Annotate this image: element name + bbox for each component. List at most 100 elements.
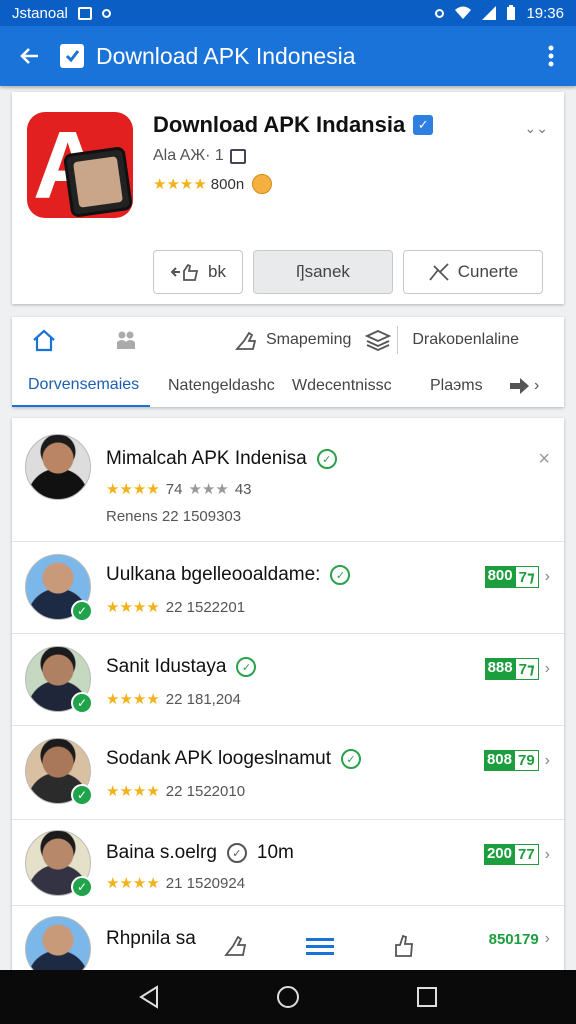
floating-actions <box>222 932 418 960</box>
emoji-icon <box>252 174 273 194</box>
tab-wdecentnissc[interactable]: Wdecentnissc <box>284 365 414 407</box>
more-options-button[interactable] <box>526 26 576 86</box>
list-item[interactable]: ✓ Sanit Idustaya ✓ ★★★★ 22 181,204 888 7⁊… <box>12 634 564 726</box>
like-button-label: bk <box>208 262 226 281</box>
system-nav-bar <box>0 970 576 1024</box>
rating-value: 22 1522010 <box>165 782 246 800</box>
score-badge: 888 7⁊ <box>484 658 539 680</box>
tab-natengeldashc[interactable]: Natengeldashc <box>150 365 284 407</box>
signal-icon <box>482 6 497 20</box>
list-item[interactable]: ✓ Sodank APK loogeslnamut ✓ ★★★★ 22 1522… <box>12 726 564 820</box>
nav-recents-icon[interactable] <box>416 986 438 1008</box>
tab-label: Plaэms <box>430 377 483 394</box>
chevron-right-icon[interactable]: › <box>545 930 550 948</box>
connect-button-label: Cunerte <box>457 262 519 281</box>
home-tab[interactable] <box>12 328 76 352</box>
verified-check-icon: ✓ <box>341 749 361 769</box>
rank-button[interactable]: ſ]sanek <box>253 250 393 294</box>
app-bar: Download APK Indonesia <box>0 26 576 86</box>
verified-check-icon: ✓ <box>316 449 337 469</box>
sync-icon <box>101 8 111 18</box>
avatar: ✓ <box>25 646 93 714</box>
rating-value: 74 <box>165 480 183 498</box>
list-item-title: Mimalcah APK Indenisa <box>106 448 307 469</box>
verified-check-icon: ✓ <box>330 565 351 585</box>
thumb-action[interactable] <box>390 932 418 960</box>
chevron-right-icon[interactable]: › <box>545 846 550 864</box>
status-bar: Jstanoal 19:36 <box>0 0 576 26</box>
rating-value: 21 1520924 <box>165 874 246 892</box>
nav-back-icon[interactable] <box>138 985 160 1009</box>
tab-plams[interactable]: Plaэms <box>414 365 500 407</box>
app-developer: Ala AЖ· 1 <box>153 147 224 164</box>
list-item[interactable]: ✓ Uulkana bgelleooaldame: ✓ ★★★★ 22 1522… <box>12 542 564 634</box>
score-badge: 808 79 <box>483 750 539 771</box>
tab-label: Dorvensemaies <box>28 376 140 393</box>
list-item-title: Baina s.oelrg <box>106 842 217 863</box>
rating-stars: ★★★★ <box>106 783 160 800</box>
chevron-right-icon[interactable]: › <box>545 660 550 678</box>
rating-stars: ★★★★ <box>106 481 160 498</box>
tab-scroll-right[interactable]: › <box>500 365 556 407</box>
alarm-icon <box>435 8 445 18</box>
rank-button-label: ſ]sanek <box>296 262 350 281</box>
list-item[interactable]: Mimalcah APK Indenisa ✓ ★★★★ 74 ★★★ 43 R… <box>12 418 564 542</box>
close-icon[interactable]: × <box>538 448 550 471</box>
app-header-card: A Download APK Indansia ✓ ⌄⌄ Ala AЖ· 1 ★… <box>12 92 564 304</box>
carrier-text: Jstanoal <box>12 4 68 22</box>
arrow-right-icon <box>510 378 529 394</box>
connect-button[interactable]: Cunerte <box>403 250 543 294</box>
thumb-up-icon <box>170 263 199 281</box>
avatar <box>25 916 91 978</box>
chevron-right-icon[interactable]: › <box>545 568 550 586</box>
rating-stars: ★★★★ <box>106 875 160 892</box>
score-secondary: 7⁊ <box>515 566 539 588</box>
download-app-icon <box>60 44 84 68</box>
list-item-title: Rhpnila sa <box>106 928 196 949</box>
score-badge: 800 7⁊ <box>484 566 539 588</box>
tab-label: Natengeldashc <box>168 377 275 394</box>
score-badge: 200 77 <box>483 844 539 865</box>
tab-smapeming[interactable]: Smapeming <box>234 329 351 351</box>
avatar: ✓ <box>25 738 93 806</box>
more-vert-icon <box>548 45 554 67</box>
menu-icon <box>306 938 334 955</box>
wifi-icon <box>455 6 472 19</box>
rating-value-secondary: 43 <box>234 480 252 498</box>
tab-dorvensemaies[interactable]: Dorvensemaies <box>12 365 150 407</box>
chevron-right-icon[interactable]: › <box>545 752 550 770</box>
tab-label: Wdecentnissc <box>292 377 392 394</box>
app-logo[interactable]: A <box>27 112 133 218</box>
rating-value: 22 181,204 <box>165 690 241 708</box>
nav-home-icon[interactable] <box>275 984 301 1010</box>
people-tab[interactable] <box>76 329 176 351</box>
score-text: 850179 <box>488 930 539 948</box>
app-list: Mimalcah APK Indenisa ✓ ★★★★ 74 ★★★ 43 R… <box>12 418 564 978</box>
check-badge-icon: ✓ <box>71 876 93 898</box>
check-badge-icon: ✓ <box>71 784 93 806</box>
layers-icon[interactable] <box>365 329 392 351</box>
app-rating-stars: ★★★★ <box>153 176 207 193</box>
notification-icon <box>77 6 92 20</box>
like-button[interactable]: bk <box>153 250 243 294</box>
score-secondary: 77 <box>514 844 539 865</box>
score-primary: 800 <box>484 566 516 588</box>
tab-card: Smapeming Drakoᴅenlaline Dorvensemaies N… <box>12 317 564 407</box>
info-icon <box>229 148 246 164</box>
list-item-extra: 10m <box>256 842 294 863</box>
like-action[interactable] <box>222 932 250 960</box>
menu-action[interactable] <box>306 932 334 960</box>
check-badge-icon: ✓ <box>71 692 93 714</box>
list-item-title: Sodank APK loogeslnamut <box>106 748 331 769</box>
tab-drakoᴅenlaline[interactable]: Drakoᴅenlaline <box>412 331 519 349</box>
app-name: Download APK Indansia <box>153 112 406 137</box>
list-item[interactable]: ✓ Baina s.oelrg ✓ 10m ★★★★ 21 1520924 20… <box>12 820 564 906</box>
people-icon <box>117 331 135 349</box>
verified-check-icon: ✓ <box>236 657 257 677</box>
back-button[interactable] <box>0 26 60 86</box>
phone-graphic <box>62 145 133 218</box>
list-item-meta: Renens 22 1509303 <box>106 508 242 525</box>
avatar <box>25 434 91 500</box>
expand-icon[interactable]: ⌄⌄ <box>525 120 548 137</box>
hand-icon <box>395 934 413 957</box>
